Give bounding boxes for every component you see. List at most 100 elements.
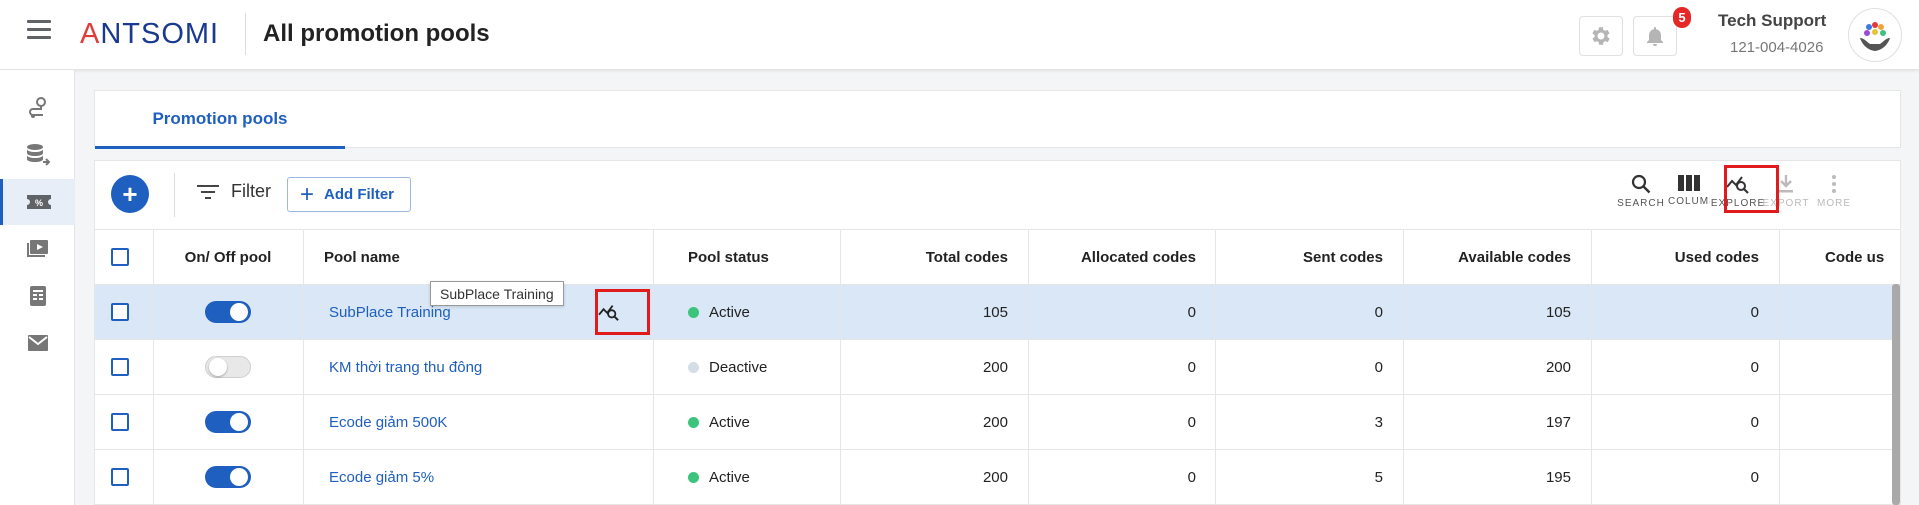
column-tool-button[interactable]: COLUMN (1661, 173, 1717, 217)
column-header-on-off[interactable]: On/ Off pool (153, 230, 303, 284)
column-header-sent-codes[interactable]: Sent codes (1215, 230, 1383, 284)
sent-codes: 3 (1374, 413, 1383, 431)
select-all-checkbox[interactable] (111, 230, 129, 284)
table-row[interactable]: Ecode giảm 500K Active 200 0 3 197 0 (95, 395, 1900, 450)
add-filter-label: Add Filter (324, 186, 395, 203)
row-checkbox[interactable] (111, 395, 129, 449)
available-codes: 200 (1545, 358, 1571, 376)
settings-button[interactable] (1579, 16, 1623, 56)
svg-text:%: % (35, 198, 43, 208)
pool-name-link[interactable]: KM thời trang thu đông (329, 340, 482, 394)
column-header-pool-status[interactable]: Pool status (688, 230, 769, 284)
user-name[interactable]: Tech Support (1718, 11, 1826, 31)
pool-toggle[interactable] (205, 395, 251, 449)
available-codes: 197 (1545, 413, 1571, 431)
add-filter-button[interactable]: + Add Filter (287, 177, 411, 212)
bell-icon (1647, 27, 1663, 46)
total-codes: 200 (982, 358, 1008, 376)
column-header-available-codes[interactable]: Available codes (1403, 230, 1571, 284)
used-codes: 0 (1750, 358, 1759, 376)
status-dot (688, 471, 699, 483)
route-icon (28, 97, 46, 118)
available-codes: 105 (1545, 303, 1571, 321)
total-codes: 200 (982, 468, 1008, 486)
pool-toggle[interactable] (205, 285, 251, 339)
sidebar-item-promotions[interactable]: % (0, 179, 75, 225)
divider (245, 13, 246, 55)
sent-codes: 0 (1374, 303, 1383, 321)
allocated-codes: 0 (1187, 358, 1196, 376)
divider (174, 173, 175, 217)
avatar[interactable] (1848, 8, 1902, 62)
column-header-total-codes[interactable]: Total codes (840, 230, 1008, 284)
status-dot (688, 361, 699, 373)
column-header-used-codes[interactable]: Used codes (1591, 230, 1759, 284)
status-dot (688, 416, 699, 428)
column-header-code-usage[interactable]: Code us (1825, 230, 1884, 284)
row-explore-highlight-box (595, 289, 650, 335)
pool-toggle[interactable] (205, 450, 251, 504)
status-text: Active (709, 468, 750, 486)
allocated-codes: 0 (1187, 303, 1196, 321)
column-header-allocated-codes[interactable]: Allocated codes (1028, 230, 1196, 284)
used-codes: 0 (1750, 468, 1759, 486)
mail-icon (27, 335, 48, 351)
pool-toggle[interactable] (205, 340, 251, 394)
sidebar-item-journeys[interactable] (0, 85, 75, 131)
table-row[interactable]: KM thời trang thu đông Deactive 200 0 0 … (95, 340, 1900, 395)
row-checkbox[interactable] (111, 285, 129, 339)
sidebar-item-data[interactable] (0, 132, 75, 178)
total-codes: 105 (982, 303, 1008, 321)
table-header-row: On/ Off pool Pool name Pool status Total… (95, 229, 1900, 285)
table-row[interactable]: SubPlace Training Active 105 0 0 105 0 (95, 285, 1900, 340)
filter-label: Filter (231, 181, 271, 201)
media-icon (26, 240, 48, 257)
sidebar-item-reports[interactable] (0, 273, 75, 319)
tab-bar: Promotion pools (94, 90, 1901, 149)
pool-name-link[interactable]: Ecode giảm 5% (329, 450, 434, 504)
logo: ANTSOMI (80, 18, 220, 50)
vertical-scrollbar[interactable] (1892, 284, 1900, 505)
column-header-pool-name[interactable]: Pool name (324, 230, 400, 284)
ticket-icon: % (27, 195, 51, 209)
search-tool-label: SEARCH (1617, 198, 1665, 209)
available-codes: 195 (1545, 468, 1571, 486)
total-codes: 200 (982, 413, 1008, 431)
allocated-codes: 0 (1187, 413, 1196, 431)
columns-icon (1678, 175, 1700, 191)
more-tool-button[interactable]: MORE (1806, 173, 1862, 217)
add-pool-button[interactable]: + (111, 175, 149, 213)
pool-name-link[interactable]: Ecode giảm 500K (329, 395, 447, 449)
download-icon (1779, 175, 1793, 193)
pool-status: Active (688, 395, 750, 449)
more-vertical-icon (1832, 175, 1836, 193)
more-tool-label: MORE (1817, 198, 1851, 209)
notification-button[interactable] (1633, 16, 1677, 56)
sidebar-item-messages[interactable] (0, 320, 75, 366)
pool-status: Active (688, 450, 750, 504)
notification-badge: 5 (1673, 7, 1691, 28)
status-dot (688, 306, 699, 318)
row-checkbox[interactable] (111, 340, 129, 394)
tab-promotion-pools[interactable]: Promotion pools (95, 91, 345, 149)
filter-icon (197, 184, 219, 199)
pool-status: Deactive (688, 340, 767, 394)
gear-icon (1592, 27, 1610, 45)
explore-highlight-box (1724, 165, 1779, 213)
user-phone: 121-004-4026 (1730, 39, 1824, 56)
top-bar: ANTSOMI All promotion pools 5 Tech Suppo… (0, 0, 1919, 70)
page-title: All promotion pools (263, 20, 490, 47)
filter-button[interactable]: Filter (197, 181, 271, 202)
search-icon (1631, 174, 1651, 194)
plus-icon: + (300, 180, 315, 208)
pool-status: Active (688, 285, 750, 339)
pool-name-tooltip: SubPlace Training (430, 281, 564, 306)
row-checkbox[interactable] (111, 450, 129, 504)
status-text: Active (709, 413, 750, 431)
status-text: Active (709, 303, 750, 321)
used-codes: 0 (1750, 413, 1759, 431)
sidebar-item-media[interactable] (0, 226, 75, 272)
table-row[interactable]: Ecode giảm 5% Active 200 0 5 195 0 (95, 450, 1900, 504)
sidebar: % (0, 70, 75, 505)
menu-icon[interactable] (27, 20, 51, 42)
